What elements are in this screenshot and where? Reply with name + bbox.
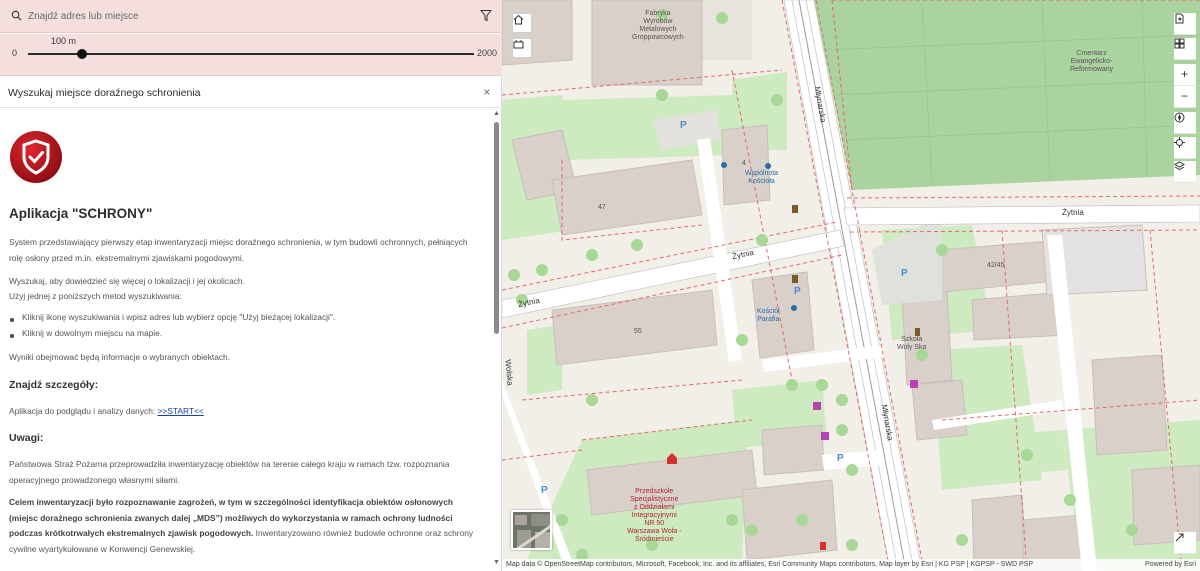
bullet-dot — [10, 318, 14, 322]
locate-icon — [1174, 137, 1185, 148]
building-number-55: 55 — [634, 328, 642, 335]
bullet-item: Kliknij w dowolnym miejscu na mapie. — [22, 328, 163, 338]
shelter-logo — [10, 131, 62, 183]
parking-marker: P — [541, 485, 548, 496]
slider-thumb[interactable] — [77, 49, 88, 59]
home-icon — [513, 14, 524, 25]
export-icon — [1175, 13, 1184, 24]
grid-icon — [1174, 38, 1185, 49]
slider-min-label: 0 — [12, 48, 18, 58]
zoom-in-icon: + — [1181, 67, 1189, 81]
basemap-icon — [513, 40, 524, 49]
street-label-zytnia: Żytnia — [1062, 208, 1084, 217]
locate-button[interactable] — [1174, 137, 1196, 159]
building-number-42: 42/45 — [987, 262, 1005, 269]
notes-heading: Uwagi: — [9, 432, 44, 444]
panel-title: Wyszukaj miejsce doraźnego schronienia — [8, 87, 201, 99]
factory-label: Fabryka Wyrobów Metalowych Groppowcowych — [632, 10, 684, 41]
bullet-item: Kliknij ikonę wyszukiwania i wpisz adres… — [22, 312, 336, 322]
close-icon[interactable]: × — [481, 85, 493, 99]
scroll-down-arrow[interactable]: ▼ — [493, 559, 500, 566]
zoom-in-button[interactable]: + — [1174, 64, 1196, 86]
slider-track[interactable] — [28, 53, 474, 55]
app-link-paragraph: Aplikacja do podglądu i analizy danych: … — [9, 404, 479, 420]
side-panel: 100 m 0 2000 Wyszukaj miejsce doraźnego … — [0, 0, 502, 571]
panel-content: Aplikacja "SCHRONY" System przedstawiają… — [0, 109, 492, 571]
notes-paragraph-1: Państwowa Straż Pożarna przeprowadziła i… — [9, 459, 450, 485]
results-hint: Wyniki obejmować będą informacje o wybra… — [9, 352, 231, 362]
layer-list-icon — [1174, 161, 1185, 171]
app-title: Aplikacja "SCHRONY" — [9, 206, 153, 221]
notes-paragraph-2: Celem inwentaryzacji było rozpoznawanie … — [9, 495, 479, 557]
parking-marker: P — [680, 120, 687, 131]
preschool-label: Kościół Parafia — [757, 308, 780, 323]
building-number-4: 4 — [742, 160, 746, 167]
zoom-out-icon: − — [1181, 89, 1189, 103]
map-view[interactable]: Fabryka Wyrobów Metalowych Groppowcowych Cm… — [502, 0, 1200, 571]
powered-by-esri[interactable]: Powered by Esri — [1145, 559, 1196, 571]
method-hint: Użyj jednej z poniższych metod wyszukiwa… — [9, 291, 182, 301]
distance-slider-panel: 100 m 0 2000 — [0, 34, 502, 76]
map-attribution: ▾ Map data © OpenStreetMap contributors,… — [502, 559, 1200, 571]
school-label: Przedszkole Specjalistyczne z Oddziałami In… — [627, 488, 682, 543]
compass-icon — [1174, 112, 1185, 123]
attribution-text: Map data © OpenStreetMap contributors, M… — [506, 561, 1033, 568]
parking-marker: P — [794, 286, 801, 297]
zoom-out-button[interactable]: − — [1174, 86, 1196, 108]
scrollbar-thumb[interactable] — [494, 122, 499, 334]
bullet-dot — [10, 334, 14, 338]
scroll-up-arrow[interactable]: ▲ — [493, 110, 500, 117]
slider-value-label: 100 m — [51, 36, 77, 46]
app-link-prefix: Aplikacja do podglądu i analizy danych: — [9, 406, 158, 416]
layer-list-button[interactable] — [1174, 161, 1196, 183]
export-button[interactable] — [1174, 13, 1196, 35]
filter-icon[interactable] — [480, 9, 492, 22]
expand-button[interactable] — [1174, 532, 1196, 554]
map-canvas[interactable] — [502, 0, 1200, 571]
parking-marker: P — [901, 268, 908, 279]
home-button[interactable] — [512, 13, 532, 33]
expand-icon — [1175, 533, 1184, 542]
app-root: 100 m 0 2000 Wyszukaj miejsce doraźnego … — [0, 0, 1200, 571]
basemap-thumbnail[interactable] — [511, 510, 552, 550]
grid-button[interactable] — [1174, 38, 1196, 60]
building-number-47: 47 — [598, 204, 606, 211]
basemap-toggle-button[interactable] — [512, 38, 532, 58]
search-bar — [0, 0, 502, 33]
intro-paragraph: System przedstawiający pierwszy etap inw… — [9, 237, 468, 263]
cemetery-area — [814, 0, 1200, 190]
search-input[interactable] — [28, 7, 468, 25]
search-icon[interactable] — [11, 10, 22, 21]
start-link[interactable]: >>START<< — [158, 406, 204, 416]
slider-max-label: 2000 — [477, 48, 498, 58]
cemetery-label: Cmentarz Ewangelicko- Reformowany — [1070, 50, 1114, 73]
compass-button[interactable] — [1174, 112, 1196, 134]
culture-label: Szkoła Woly Ska — [897, 336, 927, 351]
satellite-thumbnail-image — [513, 512, 550, 548]
details-heading: Znajdź szczegóły: — [9, 379, 99, 391]
panel-header: Wyszukaj miejsce doraźnego schronienia × — [0, 77, 502, 108]
parking-marker: P — [837, 453, 844, 464]
church-label: Wspólnota Kościoła — [745, 170, 779, 185]
search-hint: Wyszukaj, aby dowiedzieć się więcej o lo… — [9, 276, 245, 286]
